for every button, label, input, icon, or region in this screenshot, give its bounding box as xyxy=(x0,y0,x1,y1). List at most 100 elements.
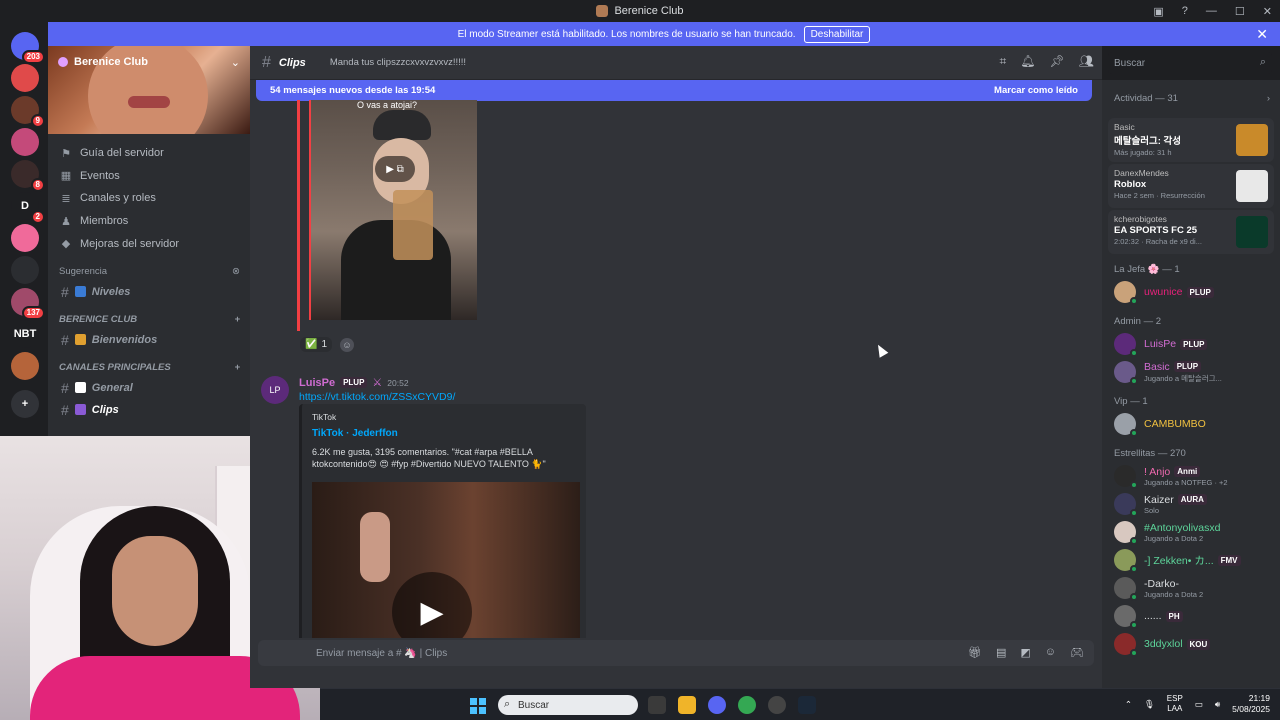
guild-icon[interactable] xyxy=(11,224,39,252)
category-header[interactable]: CANALES PRINCIPALES + xyxy=(48,359,250,377)
add-channel-icon[interactable]: + xyxy=(234,314,240,325)
server-banner[interactable]: Berenice Club ⌄ xyxy=(48,46,250,134)
dismiss-suggestion-icon[interactable]: ⊗ xyxy=(232,266,240,277)
member-list-icon[interactable]: 👥︎ xyxy=(1079,54,1094,69)
channel-label: Clips xyxy=(91,403,119,416)
member-item[interactable]: ...... PH xyxy=(1102,602,1280,630)
guild-icon[interactable]: 8 xyxy=(11,160,45,192)
member-list: Actividad — 31 › Basic 메탈슬러그: 각성 Más jugad… xyxy=(1102,80,1280,688)
activity-card[interactable]: DanexMendes Roblox Hace 2 sem · Resurrecci… xyxy=(1108,164,1274,208)
minimize-icon[interactable]: — xyxy=(1206,5,1217,17)
discord-icon[interactable] xyxy=(708,696,726,714)
language-indicator[interactable]: ESP LAA xyxy=(1167,694,1183,714)
notification-bell-icon[interactable]: 🔔︎ xyxy=(1020,54,1035,69)
nav-item[interactable]: ⚑ Guía del servidor xyxy=(60,142,250,165)
nav-item[interactable]: ◆ Mejoras del servidor xyxy=(60,232,250,255)
play-icon[interactable]: ▶ xyxy=(392,572,472,644)
pin-icon[interactable]: 📌︎ xyxy=(1050,54,1065,69)
activity-card[interactable]: kcherobigotes EA SPORTS FC 25 2:02:32 · Ra… xyxy=(1108,210,1274,254)
search-input[interactable]: Buscar ⌕ xyxy=(1108,52,1272,74)
maximize-icon[interactable]: ☐ xyxy=(1235,5,1245,18)
obs-icon[interactable] xyxy=(768,696,786,714)
close-banner-icon[interactable]: ✕ xyxy=(1256,26,1268,43)
network-icon[interactable]: ▭ xyxy=(1195,699,1203,710)
guild-icon[interactable] xyxy=(11,64,39,92)
add-reaction-icon[interactable]: ☺ xyxy=(340,337,355,352)
disable-streamer-button[interactable]: Deshabilitar xyxy=(803,25,871,43)
member-item[interactable]: LuisPe PLUP xyxy=(1102,330,1280,358)
guild-icon[interactable]: NBT xyxy=(11,320,39,348)
avatar[interactable]: LP xyxy=(261,376,289,404)
windows-start-icon[interactable] xyxy=(470,698,486,714)
member-tag: PLUP xyxy=(1180,338,1208,350)
guild-icon[interactable]: 203 xyxy=(11,32,45,64)
member-item[interactable]: #Antonyolivasxd Jugando a Dota 2 xyxy=(1102,518,1280,546)
member-item[interactable]: uwunice PLUP xyxy=(1102,278,1280,306)
server-boost-icon xyxy=(58,57,68,67)
guild-icon[interactable] xyxy=(11,128,39,156)
message-author[interactable]: LuisPe xyxy=(299,377,335,389)
nav-item[interactable]: ♟ Miembros xyxy=(60,210,250,233)
mention-highlight xyxy=(297,100,300,331)
microphone-icon[interactable]: 🎙︎ xyxy=(1144,699,1155,710)
member-status: Solo xyxy=(1144,505,1160,515)
clock[interactable]: 21:19 5/08/2025 xyxy=(1232,693,1270,715)
add-server-icon[interactable]: + xyxy=(11,390,39,418)
reaction-checkmark[interactable]: ✅ 1 xyxy=(300,337,333,352)
category-header[interactable]: BERENICE CLUB + xyxy=(48,311,250,329)
member-item[interactable]: ! Anjo Anmi Jugando a NOTFEG · +2 xyxy=(1102,462,1280,490)
calendar-icon: ▦ xyxy=(60,170,72,183)
category-name: CANALES PRINCIPALES xyxy=(59,362,171,374)
sticker-icon[interactable]: ◩ xyxy=(1020,646,1030,659)
message-link[interactable]: https://vt.tiktok.com/ZSSxCYVD9/ xyxy=(299,391,455,403)
guild-icon[interactable]: 137 xyxy=(11,288,45,320)
channel-bienvenidos[interactable]: # Bienvenidos xyxy=(48,329,250,351)
channel-general[interactable]: # General xyxy=(48,377,250,399)
help-icon[interactable]: ? xyxy=(1182,5,1188,17)
gift-icon[interactable]: 🎁︎ xyxy=(968,646,982,659)
member-item[interactable]: Basic PLUP Jugando a 메탈슬러그... xyxy=(1102,358,1280,386)
new-messages-bar[interactable]: 54 mensajes nuevos desde las 19:54 Marca… xyxy=(256,80,1092,101)
banner-text: El modo Streamer está habilitado. Los no… xyxy=(457,28,796,40)
chevron-down-icon[interactable]: ⌄ xyxy=(231,56,240,69)
embed-title[interactable]: TikTok · Jederffon xyxy=(312,428,398,439)
volume-icon[interactable]: 🔊︎ xyxy=(1215,699,1220,710)
embed-video[interactable]: ▶ xyxy=(312,482,580,644)
channel-clips[interactable]: # Clips xyxy=(48,399,250,421)
game-icon xyxy=(1236,170,1268,202)
tray-chevron-icon[interactable]: ⌃ xyxy=(1125,699,1132,710)
chrome-icon[interactable] xyxy=(738,696,756,714)
activities-icon[interactable]: 🎮︎ xyxy=(1070,646,1084,659)
member-item[interactable]: -] Zekken• カ... FMV xyxy=(1102,546,1280,574)
task-view-icon[interactable] xyxy=(648,696,666,714)
add-channel-icon[interactable]: + xyxy=(234,362,240,373)
activity-card[interactable]: Basic 메탈슬러그: 각성 Más jugado: 31 h xyxy=(1108,118,1274,162)
guild-icon[interactable]: D2 xyxy=(11,192,45,224)
video-attachment[interactable]: O vas a atojai? ▶ ⧉ xyxy=(309,100,477,320)
taskbar-search[interactable]: ⌕ Buscar xyxy=(498,695,638,715)
channel-emoji-icon xyxy=(74,382,86,394)
close-window-icon[interactable]: ✕ xyxy=(1263,5,1272,18)
member-item[interactable]: CAMBUMBO xyxy=(1102,410,1280,438)
avatar xyxy=(1114,281,1138,305)
nav-item[interactable]: ≣ Canales y roles xyxy=(60,187,250,210)
member-item[interactable]: Kaizer AURA Solo xyxy=(1102,490,1280,518)
member-item[interactable]: 3ddyxlol KOU xyxy=(1102,630,1280,658)
play-icon[interactable]: ▶ ⧉ xyxy=(375,156,415,182)
gif-icon[interactable]: ▤ xyxy=(996,646,1006,659)
threads-icon[interactable]: ⌗ xyxy=(1000,54,1007,69)
guild-icon[interactable] xyxy=(11,256,39,284)
emoji-icon[interactable]: ☺ xyxy=(1045,646,1056,659)
chevron-right-icon[interactable]: › xyxy=(1267,93,1270,104)
channel-topic[interactable]: Manda tus clipszzcxvxvzvxvz!!!!! xyxy=(330,57,466,68)
channel-niveles[interactable]: # Niveles xyxy=(48,281,250,303)
guild-icon[interactable]: 9 xyxy=(11,96,45,128)
guild-icon[interactable] xyxy=(11,352,39,380)
avatar xyxy=(1114,413,1138,437)
mark-read-button[interactable]: Marcar como leído xyxy=(994,85,1078,96)
nav-item[interactable]: ▦ Eventos xyxy=(60,165,250,188)
member-item[interactable]: -Darko- Jugando a Dota 2 xyxy=(1102,574,1280,602)
inbox-icon[interactable]: ▣ xyxy=(1153,5,1163,18)
file-explorer-icon[interactable] xyxy=(678,696,696,714)
steam-icon[interactable] xyxy=(798,696,816,714)
